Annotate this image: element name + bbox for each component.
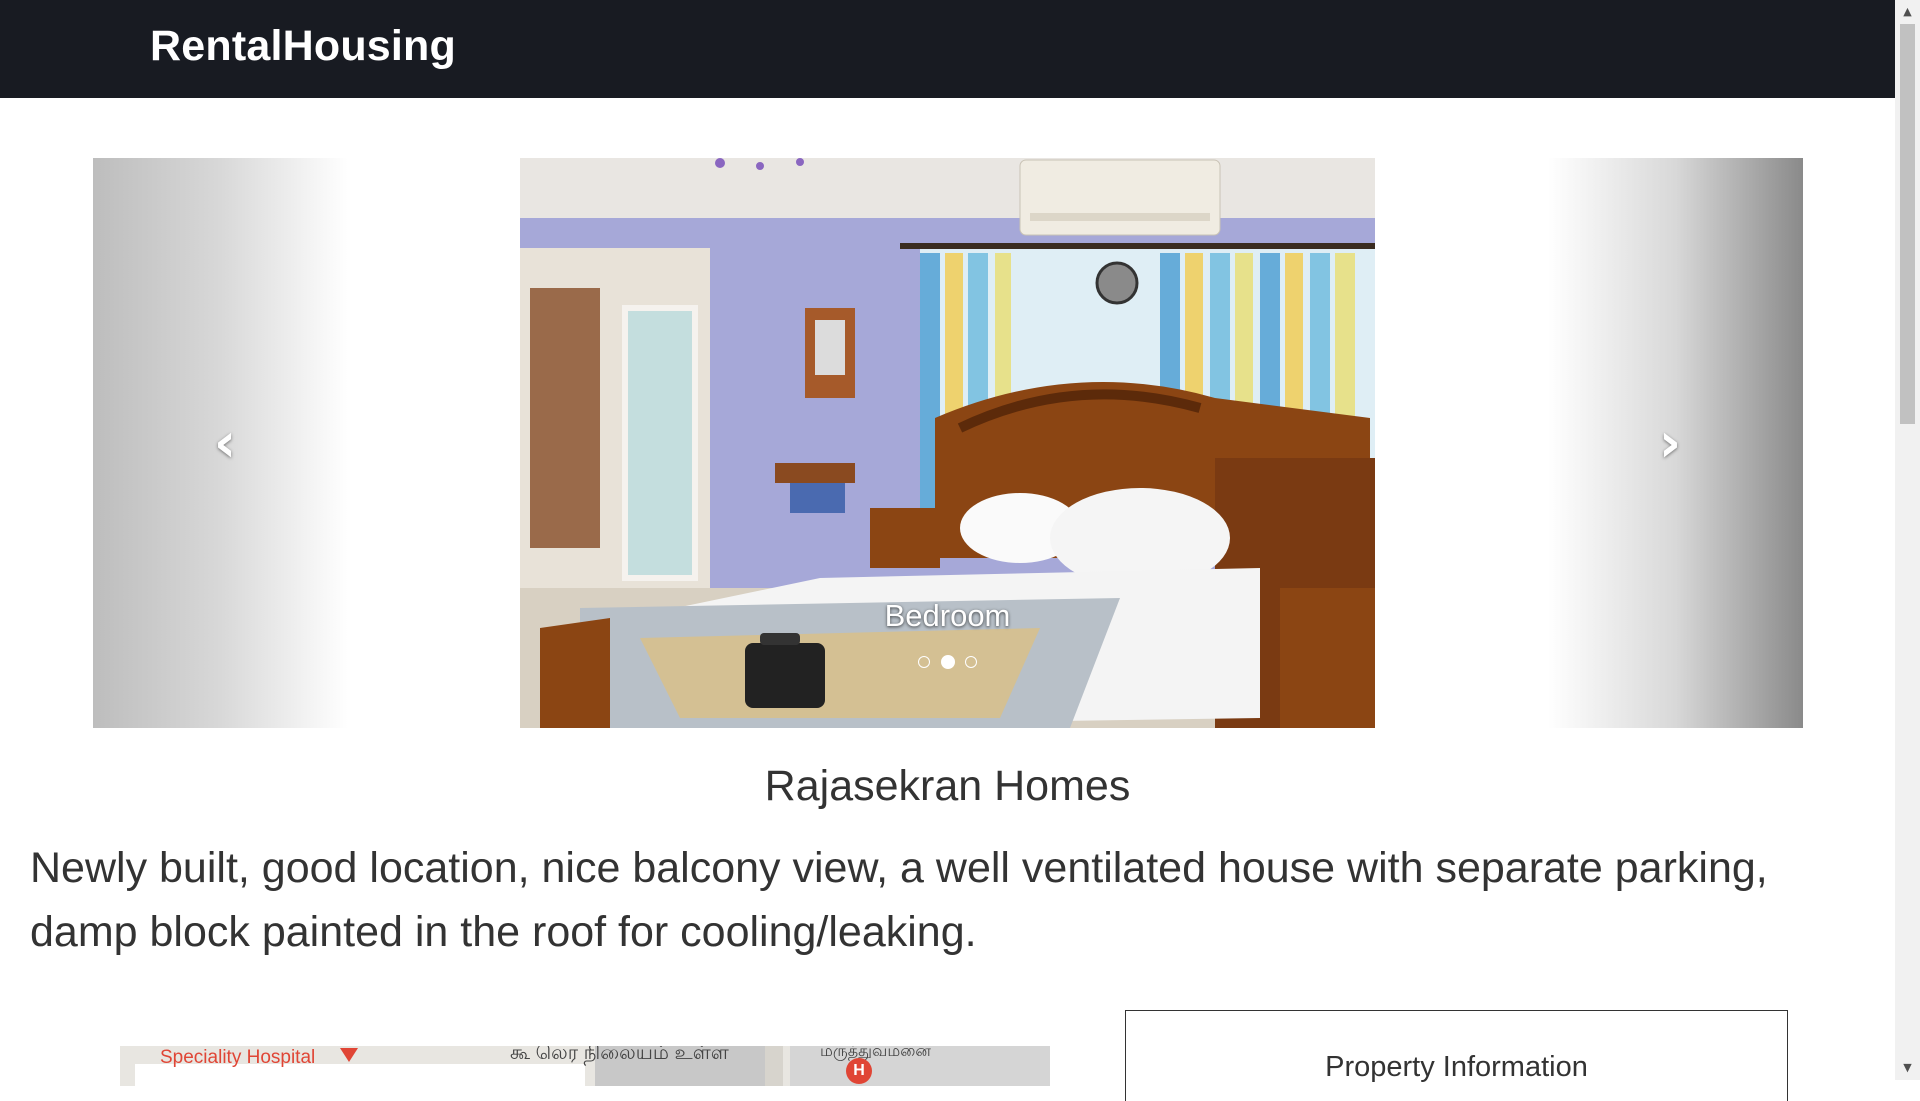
carousel-indicators [520, 653, 1375, 671]
property-description: Newly built, good location, nice balcony… [30, 844, 1768, 956]
location-map[interactable]: Speciality Hospital கூ லெர நிலையம் உள்ள … [120, 1046, 1050, 1086]
property-info-title: Property Information [1325, 1051, 1588, 1083]
bedroom-photo [520, 158, 1375, 728]
scroll-thumb[interactable] [1900, 24, 1915, 424]
map-label-place: மருத்துவமனை [820, 1046, 931, 1060]
vertical-scrollbar[interactable]: ▲ ▼ [1895, 0, 1920, 1080]
scroll-down-arrow-icon[interactable]: ▼ [1895, 1058, 1920, 1078]
chevron-left-icon[interactable]: ‹ [195, 413, 255, 473]
image-carousel: Bedroom ‹ › [93, 158, 1803, 728]
brand-logo-link[interactable]: RentalHousing [150, 22, 456, 71]
map-label-place: கூ லெர நிலையம் உள்ள [510, 1046, 729, 1064]
map-label-hospital: Speciality Hospital [160, 1047, 316, 1068]
map-road [765, 1046, 783, 1086]
chevron-right-icon[interactable]: › [1640, 413, 1700, 473]
top-navbar: RentalHousing [0, 0, 1895, 98]
carousel-active-slide: Bedroom [520, 158, 1375, 728]
carousel-indicator[interactable] [918, 655, 931, 668]
hospital-marker-icon[interactable]: H [846, 1058, 872, 1084]
slide-caption: Bedroom [884, 598, 1011, 633]
scroll-up-arrow-icon[interactable]: ▲ [1895, 2, 1920, 22]
property-title: Rajasekran Homes [764, 762, 1131, 810]
carousel-indicator[interactable] [964, 655, 977, 668]
property-info-panel: Property Information [1125, 1010, 1788, 1101]
carousel-indicator-active[interactable] [940, 654, 955, 669]
map-pin-icon [340, 1048, 358, 1062]
